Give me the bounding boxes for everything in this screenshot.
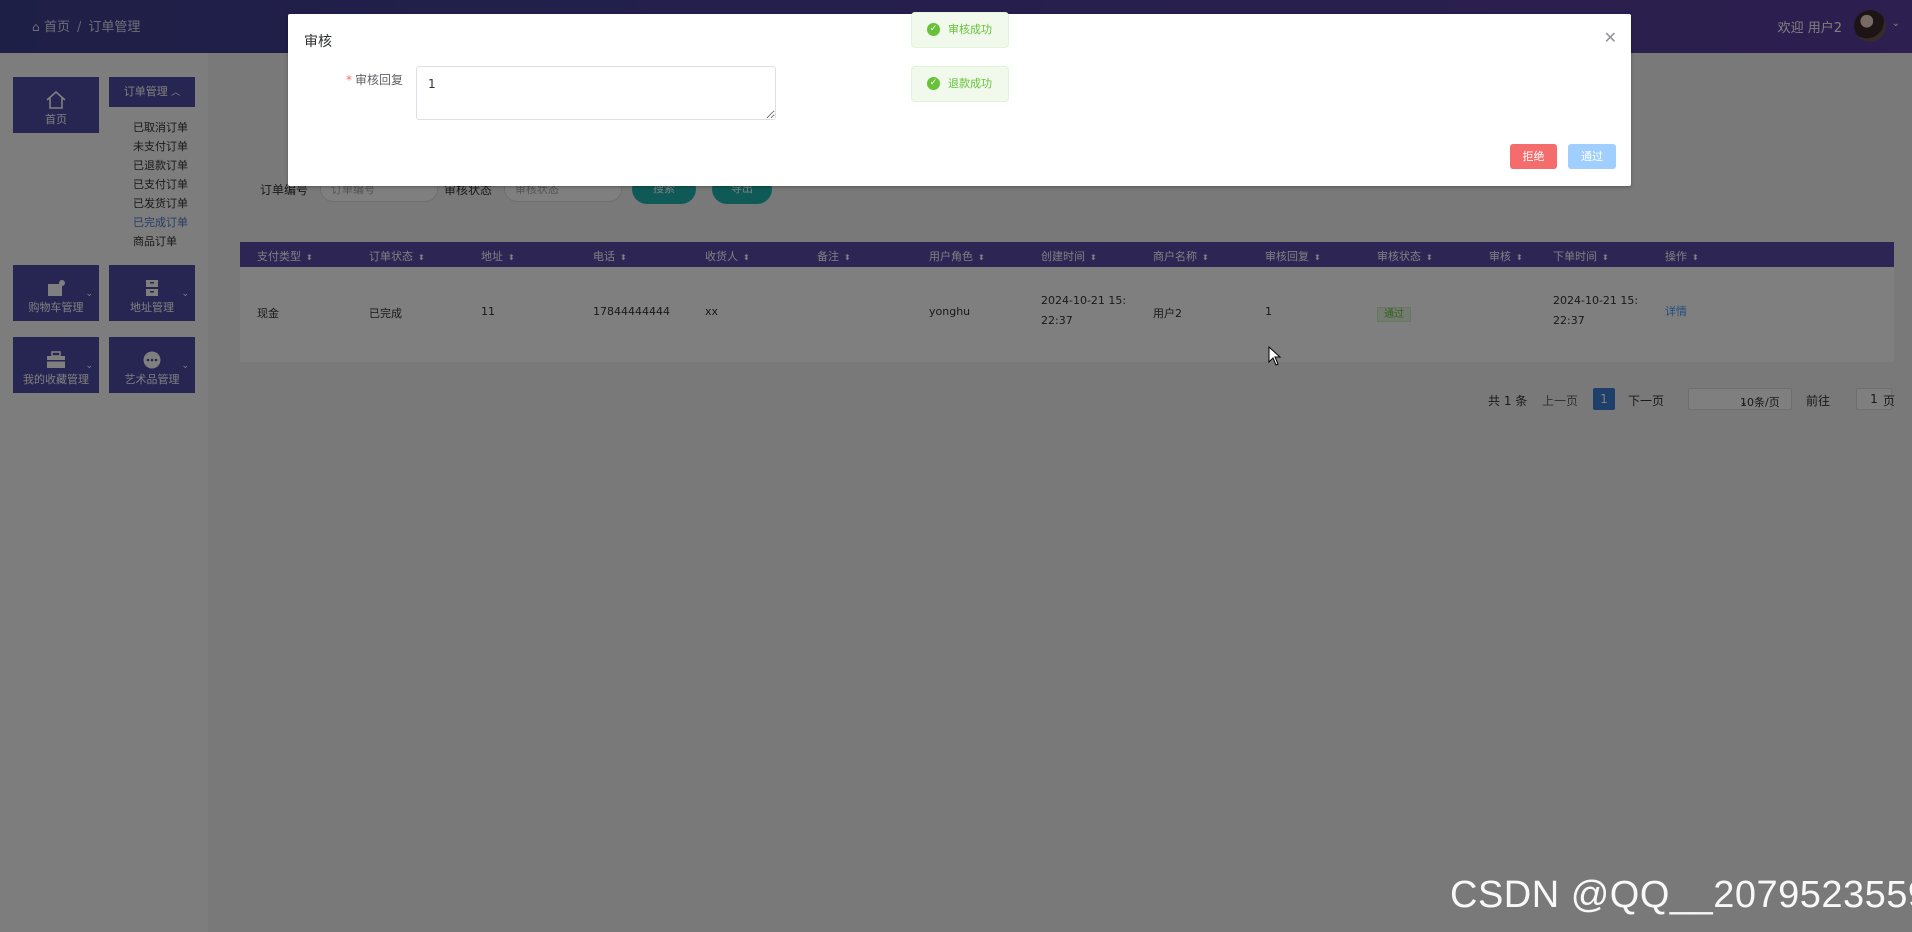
mouse-cursor-icon bbox=[1268, 346, 1282, 366]
watermark: CSDN @QQ__2079523559 bbox=[1450, 874, 1912, 916]
toast-message: 审核成功 bbox=[948, 23, 992, 36]
toast-message: 退款成功 bbox=[948, 77, 992, 90]
check-circle-icon: ✓ bbox=[927, 77, 940, 90]
success-toast: ✓ 审核成功 bbox=[911, 12, 1009, 48]
required-asterisk: * bbox=[346, 73, 352, 87]
success-toast: ✓ 退款成功 bbox=[911, 66, 1009, 102]
reply-field-label: * 审核回复 bbox=[346, 73, 404, 87]
dialog-title: 审核 bbox=[304, 34, 332, 50]
check-circle-icon: ✓ bbox=[927, 23, 940, 36]
pass-button[interactable]: 通过 bbox=[1568, 144, 1616, 169]
reject-button[interactable]: 拒绝 bbox=[1510, 144, 1557, 169]
close-icon[interactable]: ✕ bbox=[1604, 28, 1617, 47]
reply-textarea[interactable]: 1 bbox=[416, 66, 776, 120]
